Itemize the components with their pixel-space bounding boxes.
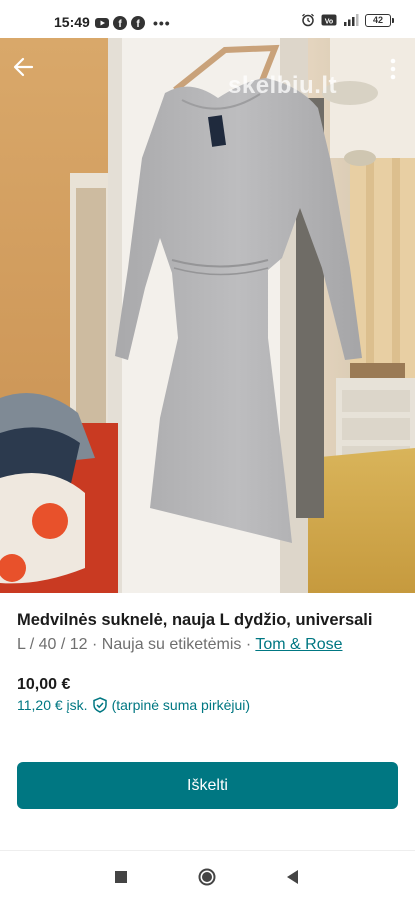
youtube-icon <box>95 18 109 28</box>
svg-text:Vo: Vo <box>325 19 333 26</box>
system-icons: Vo 42 <box>301 13 394 27</box>
alarm-icon <box>302 13 314 27</box>
battery-icon: 42 <box>365 13 394 27</box>
facebook-icon: f <box>113 16 127 30</box>
more-notifications-icon: ••• <box>153 15 171 31</box>
status-time: 15:49 <box>54 14 90 30</box>
vertical-dots-icon <box>390 58 396 80</box>
listing-photo[interactable]: skelbiu.lt <box>0 38 415 593</box>
dress-photo <box>0 38 415 593</box>
back-button[interactable] <box>8 52 38 82</box>
back-nav-icon[interactable] <box>283 867 303 887</box>
listing-attributes: L / 40 / 12 · Nauja su etiketėmis · <box>17 636 256 653</box>
watermark-text: skelbiu.lt <box>228 72 338 99</box>
notification-icons: f f ••• <box>95 15 171 31</box>
buyer-price[interactable]: 11,20 € įsk. (tarpinė suma pirkėjui) <box>17 697 250 713</box>
brand-link[interactable]: Tom & Rose <box>255 636 342 653</box>
listing-meta: L / 40 / 12 · Nauja su etiketėmis · Tom … <box>17 636 342 654</box>
more-options-button[interactable] <box>381 54 405 84</box>
fee-note: (tarpinė suma pirkėjui) <box>111 697 251 713</box>
recents-icon[interactable] <box>111 867 131 887</box>
arrow-left-icon <box>13 57 34 77</box>
system-nav-bar <box>0 850 415 900</box>
listing-price: 10,00 € <box>17 676 71 693</box>
home-icon[interactable] <box>197 867 217 887</box>
shield-check-icon <box>92 697 107 713</box>
listing-title: Medvilnės suknelė, nauja L dydžio, unive… <box>17 611 373 629</box>
signal-icon <box>344 14 359 26</box>
price-with-fee: 11,20 € įsk. <box>17 697 88 713</box>
volte-icon: Vo <box>321 14 337 26</box>
bump-button[interactable]: Iškelti <box>17 762 398 809</box>
facebook-icon: f <box>131 16 145 30</box>
